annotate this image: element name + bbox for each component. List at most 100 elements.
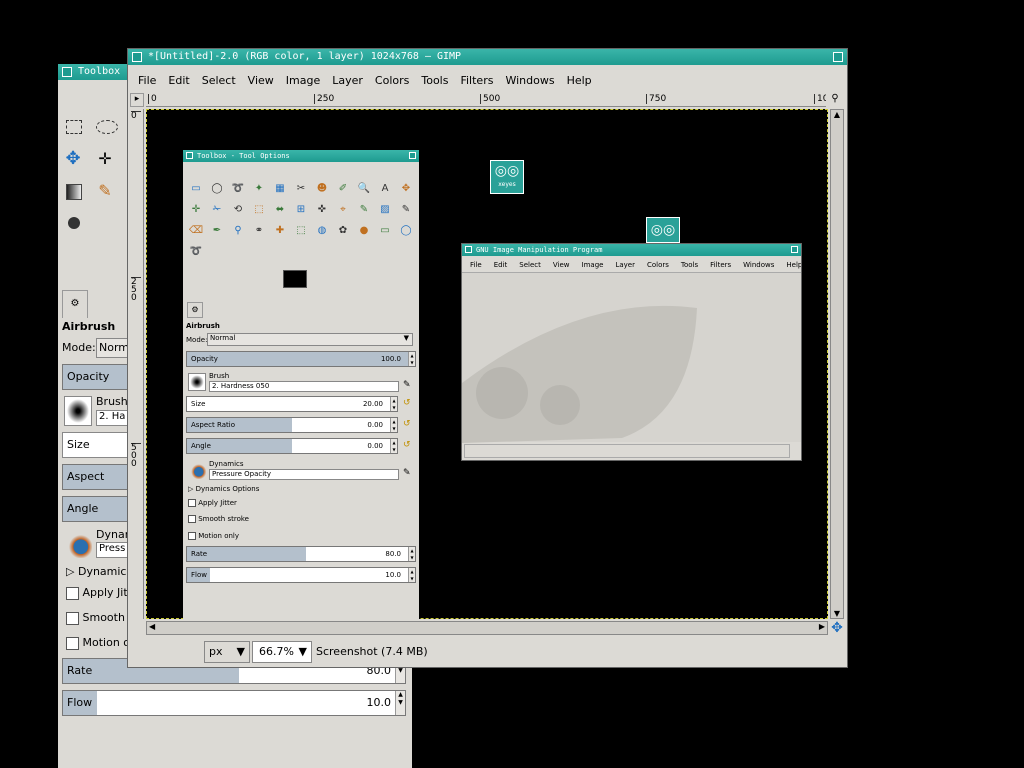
reset-angle-icon[interactable]: ↺ [403,440,411,450]
heal-icon[interactable]: ● [355,222,373,240]
paintbrush-icon[interactable]: ⚭ [250,222,268,240]
rotate-icon[interactable]: ⬌ [271,201,289,219]
brush-field[interactable]: 2. Hardness 050 [209,381,399,392]
blend-icon[interactable] [66,184,82,200]
menu-colors[interactable]: Colors [641,261,675,269]
aspect-slider[interactable]: Aspect Ratio [62,464,132,507]
pencil-icon[interactable]: ⚲ [229,222,247,240]
menu-layer[interactable]: Layer [609,261,641,269]
edit-dynamics-icon[interactable]: ✎ [403,468,411,478]
menu-filters[interactable]: Filters [704,261,737,269]
quick-mask-icon[interactable]: ▸ [130,93,144,107]
size-spinner[interactable]: ▲ ▼ [390,397,397,411]
vertical-scrollbar[interactable]: ▲ ▼ [830,109,844,619]
inner-toolbox-titlebar[interactable]: Toolbox - Tool Options [183,150,419,162]
image-window-titlebar[interactable]: *[Untitled]-2.0 (RGB color, 1 layer) 102… [128,49,847,65]
ink-icon[interactable]: ◍ [313,222,331,240]
brush-preview[interactable] [188,373,206,391]
motion-only-checkbox[interactable]: Motion only [188,532,239,540]
inner-gimp-titlebar[interactable]: GNU Image Manipulation Program [462,244,801,256]
flow-slider[interactable]: Flow 10.0 ▲ ▼ [62,690,406,716]
handle-transform-icon[interactable]: ⌫ [187,222,205,240]
angle-spinner[interactable]: ▲ ▼ [390,439,397,453]
scissors-icon[interactable]: ✂ [292,180,310,198]
tool-options-tab[interactable]: ⚙ [62,290,88,318]
maximize-icon[interactable] [833,52,843,62]
menu-layer[interactable]: Layer [326,74,369,87]
paths-icon[interactable]: ✐ [334,180,352,198]
rect-select-icon[interactable]: ▭ [187,180,205,198]
menu-file[interactable]: File [132,74,162,87]
scroll-right-icon[interactable]: ▶ [819,622,825,631]
aspect-ratio-slider[interactable]: Aspect Ratio 0.00 ▲ ▼ [186,417,398,433]
menu-view[interactable]: View [242,74,280,87]
angle-slider[interactable]: Angle [62,496,132,522]
rect-select-icon[interactable] [66,120,82,134]
menu-windows[interactable]: Windows [499,74,560,87]
opacity-slider[interactable]: Opacity 100.0 ▲ ▼ [186,351,416,367]
apply-jitter-checkbox[interactable]: Apply Jitt [66,586,132,600]
menu-colors[interactable]: Colors [369,74,415,87]
clone-icon[interactable]: ✿ [334,222,352,240]
dynamics-field[interactable]: Pressure Opacity [209,469,399,480]
menu-view[interactable]: View [547,261,576,269]
move-icon[interactable]: ✁ [208,201,226,219]
reset-aspect-icon[interactable]: ↺ [403,419,411,429]
pencil-icon[interactable]: ✎ [96,182,114,200]
menu-select[interactable]: Select [196,74,242,87]
color-select-icon[interactable]: ▦ [271,180,289,198]
menu-image[interactable]: Image [576,261,610,269]
menu-file[interactable]: File [464,261,488,269]
fuzzy-select-icon[interactable]: ✦ [250,180,268,198]
flow-spinner[interactable]: ▲ ▼ [395,691,405,715]
scroll-up-icon[interactable]: ▲ [831,110,843,119]
aspect-ratio-spinner[interactable]: ▲ ▼ [390,418,397,432]
motion-only-checkbox[interactable]: Motion o [66,636,130,650]
ellipse-select-icon[interactable]: ◯ [208,180,226,198]
menu-edit[interactable]: Edit [162,74,195,87]
edit-brush-icon[interactable]: ✎ [403,380,411,390]
menu-help[interactable]: Help [780,261,801,269]
window-menu-icon[interactable] [186,152,193,159]
brush-field[interactable]: 2. Ha [96,410,128,426]
color-picker-icon[interactable]: 🔍 [355,180,373,198]
opacity-slider[interactable]: Opacity [62,364,132,390]
eraser-icon[interactable]: ✚ [271,222,289,240]
measure-icon[interactable]: ✥ [397,180,415,198]
ellipse-select-icon[interactable] [96,120,118,134]
rate-spinner[interactable]: ▲▼ [408,547,415,561]
navigate-icon[interactable]: ✥ [830,621,844,635]
move-icon[interactable]: ✥ [64,150,82,168]
perspective-icon[interactable]: ⌖ [334,201,352,219]
zoom-select[interactable]: 66.7% ▼ [252,641,312,663]
align-icon[interactable]: ✛ [96,150,114,168]
angle-slider[interactable]: Angle 0.00 ▲ ▼ [186,438,398,454]
foreground-select-icon[interactable]: ☻ [313,180,331,198]
shear-icon[interactable]: ✜ [313,201,331,219]
unified-transform-icon[interactable]: ✎ [397,201,415,219]
menu-tools[interactable]: Tools [415,74,454,87]
foreground-color[interactable] [283,270,307,288]
menu-image[interactable]: Image [280,74,326,87]
menu-edit[interactable]: Edit [488,261,514,269]
dynamics-icon[interactable] [64,530,92,558]
zoom-icon[interactable]: A [376,180,394,198]
rate-slider[interactable]: Rate 80.0 ▲▼ [186,546,416,562]
dynamics-icon[interactable] [188,461,206,479]
airbrush-icon[interactable]: ⬚ [292,222,310,240]
size-slider[interactable]: Size [62,432,132,458]
window-menu-icon[interactable] [132,52,142,62]
perspective-clone-icon[interactable]: ▭ [376,222,394,240]
reset-size-icon[interactable]: ↺ [403,398,411,408]
xeyes-window-2[interactable]: ◎◎ [646,217,680,243]
flow-spinner[interactable]: ▲ ▼ [408,568,415,582]
size-slider[interactable]: Size 20.00 ▲ ▼ [186,396,398,412]
scroll-left-icon[interactable]: ◀ [149,622,155,631]
text-icon[interactable]: ✛ [187,201,205,219]
menu-filters[interactable]: Filters [454,74,499,87]
free-select-icon[interactable]: ➰ [229,180,247,198]
maximize-icon[interactable] [409,152,416,159]
xeyes-window[interactable]: ◎◎ xeyes [490,160,524,194]
maximize-icon[interactable] [791,246,798,253]
align-icon[interactable]: ⟲ [229,201,247,219]
